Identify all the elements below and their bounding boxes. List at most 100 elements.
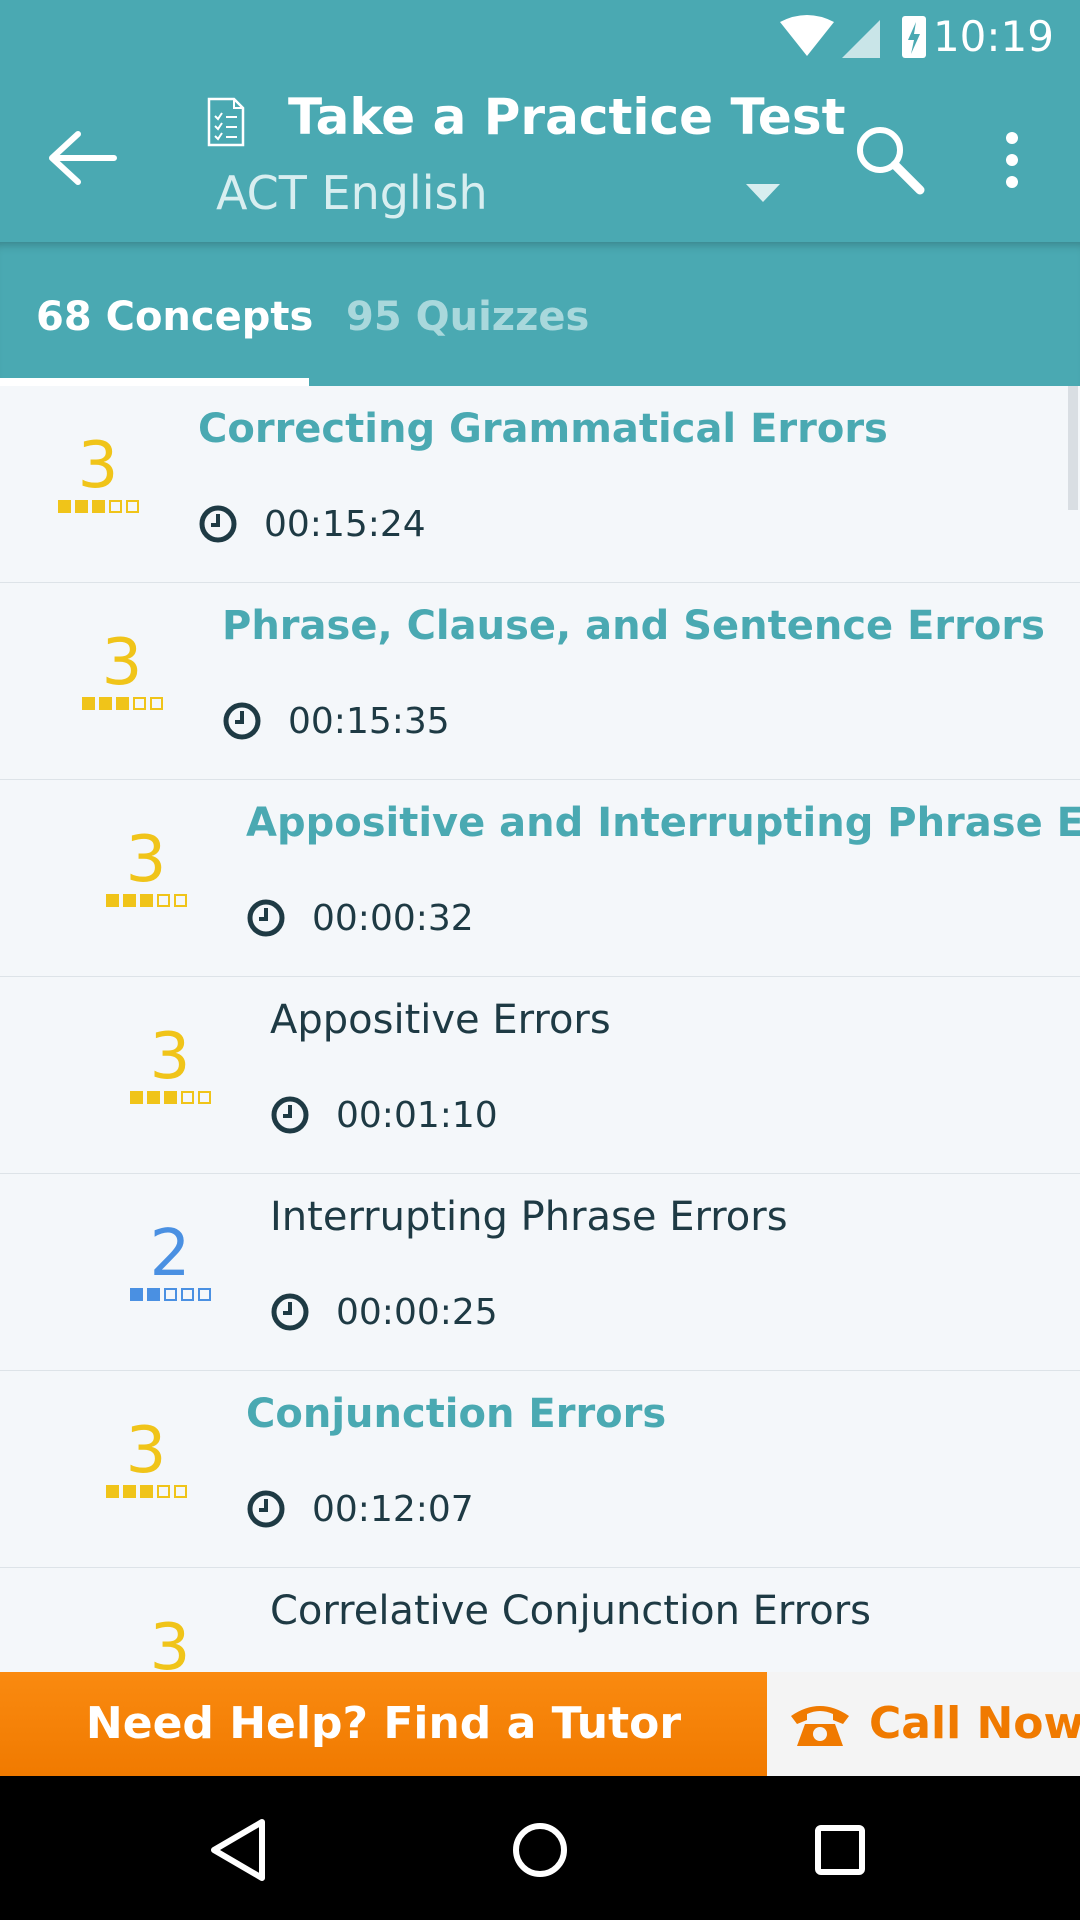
mastery-square [197,1091,211,1104]
concept-title: Correcting Grammatical Errors [198,406,888,452]
time-spent: 00:15:24 [264,504,426,545]
mastery-square [149,697,163,710]
mastery-square [81,697,95,710]
find-tutor-label: Need Help? Find a Tutor [85,1698,682,1749]
concept-row[interactable]: 3 Phrase, Clause, and Sentence Errors 00:1… [0,583,1080,780]
status-time: 10:19 [932,12,1054,61]
mastery-square [122,894,136,907]
mastery-square [197,1288,211,1301]
clock-icon [223,702,261,740]
time-spent: 00:00:25 [336,1292,498,1333]
status-icons [780,15,926,58]
back-triangle-icon[interactable] [200,1810,280,1890]
recents-square-icon[interactable] [800,1810,880,1890]
home-circle-icon[interactable] [500,1810,580,1890]
more-vert-icon[interactable] [990,128,1034,192]
mastery-square [98,697,112,710]
concept-row[interactable]: 3 Appositive and Interrupting Phrase Erro… [0,780,1080,977]
scrollbar[interactable] [1068,386,1078,510]
time-spent: 00:01:10 [336,1095,498,1136]
mastery-square [108,500,122,513]
concept-list[interactable]: 3 Correcting Grammatical Errors 00:15:24 3 P… [0,386,1080,1672]
tab-quizzes[interactable]: 95 Quizzes [346,294,589,340]
clock-icon [247,1490,285,1528]
tab-concepts[interactable]: 68 Concepts [36,294,313,340]
subject-selector[interactable]: ACT English [216,166,488,220]
mastery-score: 3 [100,1419,192,1498]
clock-icon [271,1293,309,1331]
tab-bar: 68 Concepts 95 Quizzes [0,242,1080,386]
back-arrow-icon[interactable] [48,128,118,188]
mastery-level-squares [124,1091,216,1104]
mastery-score: 2 [124,1222,216,1301]
mastery-square [163,1288,177,1301]
concept-title: Appositive Errors [270,997,611,1043]
mastery-score-value: 3 [125,1414,167,1488]
document-checklist-icon [207,97,245,147]
mastery-square [132,697,146,710]
page-title: Take a Practice Test [288,88,846,146]
dropdown-arrow-icon[interactable] [746,184,780,202]
mastery-score-value: 3 [149,1020,191,1094]
mastery-level-squares [100,1485,192,1498]
clock-icon [199,505,237,543]
time-spent: 00:12:07 [312,1489,474,1530]
concept-row[interactable]: 2 Interrupting Phrase Errors 00:00:25 [0,1174,1080,1371]
mastery-level-squares [76,697,168,710]
mastery-score: 3 [100,828,192,907]
mastery-square [180,1091,194,1104]
mastery-square [105,1485,119,1498]
concept-title: Interrupting Phrase Errors [270,1194,788,1240]
mastery-square [146,1091,160,1104]
concept-row[interactable]: 3 Appositive Errors 00:01:10 [0,977,1080,1174]
mastery-square [139,894,153,907]
mastery-square [129,1091,143,1104]
mastery-square [125,500,139,513]
mastery-square [115,697,129,710]
concept-title: Correlative Conjunction Errors [270,1588,871,1634]
mastery-square [74,500,88,513]
clock-icon [247,899,285,937]
mastery-score-value: 3 [77,429,119,503]
signal-icon [842,20,880,58]
mastery-square [163,1091,177,1104]
mastery-square [173,894,187,907]
mastery-score-value: 2 [149,1217,191,1291]
wifi-icon [780,15,834,56]
mastery-square [91,500,105,513]
clock-icon [271,1096,309,1134]
mastery-score: 3 [124,1616,216,1672]
concept-row[interactable]: 3 Correlative Conjunction Errors [0,1568,1080,1672]
time-spent: 00:15:35 [288,701,450,742]
call-now-label: Call Now [869,1698,1080,1749]
mastery-score-value: 3 [125,823,167,897]
system-nav-bar [0,1776,1080,1920]
concept-title: Appositive and Interrupting Phrase Error… [246,800,1080,846]
mastery-square [156,894,170,907]
tab-indicator [0,378,309,386]
app-bar: Take a Practice Test ACT English [0,78,1080,242]
concept-title: Conjunction Errors [246,1391,667,1437]
status-bar: 10:19 [0,0,1080,78]
concept-row[interactable]: 3 Correcting Grammatical Errors 00:15:24 [0,386,1080,583]
search-icon[interactable] [850,120,930,200]
mastery-score-value: 3 [101,626,143,700]
mastery-square [180,1288,194,1301]
mastery-square [129,1288,143,1301]
mastery-square [156,1485,170,1498]
mastery-square [57,500,71,513]
mastery-level-squares [52,500,144,513]
find-tutor-button[interactable]: Need Help? Find a Tutor [0,1672,767,1776]
phone-icon [791,1706,849,1746]
concept-row[interactable]: 3 Conjunction Errors 00:12:07 [0,1371,1080,1568]
call-now-button[interactable]: Call Now [767,1672,1080,1776]
mastery-square [105,894,119,907]
concept-title: Phrase, Clause, and Sentence Errors [222,603,1045,649]
mastery-score: 3 [52,434,144,513]
mastery-square [122,1485,136,1498]
mastery-square [146,1288,160,1301]
mastery-score: 3 [124,1025,216,1104]
mastery-level-squares [124,1288,216,1301]
mastery-square [173,1485,187,1498]
mastery-score-value: 3 [149,1611,191,1672]
